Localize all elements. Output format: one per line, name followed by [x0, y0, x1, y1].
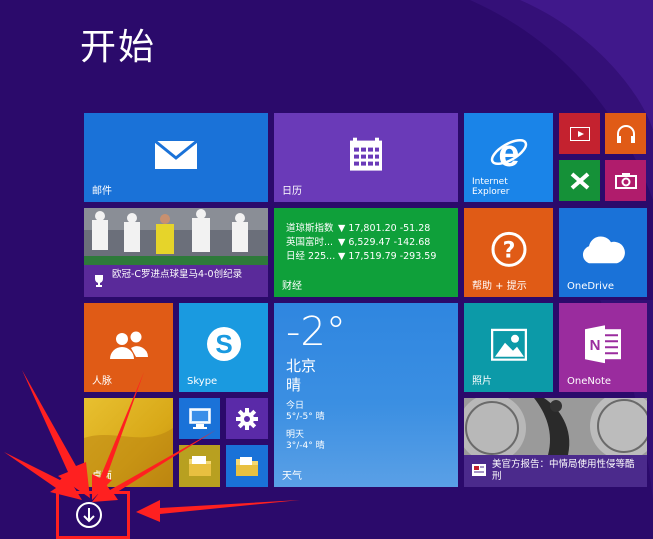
- finance-index-name: 日经 225...: [286, 251, 336, 262]
- trophy-icon: [95, 275, 103, 287]
- weather-today-forecast: 5°/-5° 晴: [286, 412, 325, 422]
- desktop-label: 桌面: [92, 471, 112, 482]
- finance-label: 财经: [282, 281, 302, 292]
- skype-label: Skype: [187, 376, 218, 387]
- music-tile[interactable]: [605, 113, 646, 154]
- calendar-label: 日历: [282, 186, 302, 197]
- finance-index-value: ▼ 17,801.20 -51.28: [338, 223, 431, 234]
- ie-label-line2: Explorer: [472, 187, 510, 197]
- finance-row: 道琼斯指数 ▼ 17,801.20 -51.28: [286, 222, 436, 236]
- onenote-label: OneNote: [567, 376, 612, 387]
- people-tile[interactable]: 人脉: [84, 303, 173, 392]
- headphones-icon: [616, 124, 635, 143]
- sports-photo: [84, 208, 268, 268]
- sports-caption: 欧冠-C罗进点球皇马4-0创纪录: [112, 269, 243, 280]
- skype-tile[interactable]: S Skype: [179, 303, 268, 392]
- weather-tomorrow-forecast: 3°/-4° 晴: [286, 441, 325, 451]
- calendar-icon: [350, 137, 382, 171]
- file-explorer-tile[interactable]: [179, 445, 220, 487]
- camera-icon: [614, 172, 637, 189]
- help-label: 帮助 + 提示: [472, 281, 527, 292]
- weather-city: 北京: [286, 357, 317, 375]
- onenote-tile[interactable]: N OneNote: [559, 303, 647, 392]
- folder-icon: [188, 456, 211, 476]
- weather-condition: 晴: [286, 376, 302, 394]
- skype-icon: S: [206, 326, 241, 361]
- help-icon: ?: [491, 231, 526, 267]
- news-icon: [472, 464, 486, 476]
- finance-row: 日经 225... ▼ 17,519.79 -293.59: [286, 250, 436, 264]
- svg-text:N: N: [590, 337, 601, 354]
- help-tips-tile[interactable]: ? 帮助 + 提示: [464, 208, 553, 297]
- ie-label-line1: Internet: [472, 177, 508, 187]
- internet-explorer-tile[interactable]: e Internet Explorer: [464, 113, 553, 202]
- news-caption: 美官方报告：中情局使用性侵等酷刑: [492, 459, 635, 482]
- finance-index-name: 英国富时...: [286, 237, 334, 248]
- people-label: 人脉: [92, 376, 112, 387]
- games-tile[interactable]: [559, 160, 600, 201]
- mail-label: 邮件: [92, 186, 112, 197]
- finance-rows: 道琼斯指数 ▼ 17,801.20 -51.28 英国富时... ▼ 6,529.47…: [286, 222, 436, 264]
- this-pc-tile[interactable]: [179, 398, 220, 439]
- video-icon: [569, 126, 590, 141]
- onenote-icon: N: [585, 324, 621, 363]
- weather-label: 天气: [282, 471, 302, 482]
- mail-icon: [154, 139, 198, 169]
- weather-tomorrow-label: 明天: [286, 430, 305, 440]
- gear-icon: [236, 407, 258, 430]
- news-photo: [464, 398, 647, 455]
- video-tile[interactable]: [559, 113, 600, 154]
- weather-today-label: 今日: [286, 401, 305, 411]
- finance-row: 英国富时... ▼ 6,529.47 -142.68: [286, 236, 436, 250]
- calendar-tile[interactable]: 日历: [274, 113, 458, 202]
- svg-text:S: S: [215, 329, 232, 359]
- documents-folder-icon: [236, 457, 258, 476]
- photos-tile[interactable]: 照片: [464, 303, 553, 392]
- settings-tile[interactable]: [226, 398, 268, 439]
- computer-icon: [188, 407, 211, 429]
- weather-temperature: -2°: [286, 309, 346, 355]
- desktop-tile[interactable]: 桌面: [84, 398, 173, 487]
- sports-tile[interactable]: 欧冠-C罗进点球皇马4-0创纪录: [84, 208, 268, 297]
- camera-tile[interactable]: [605, 160, 646, 201]
- photo-icon: [490, 328, 527, 361]
- finance-index-value: ▼ 17,519.79 -293.59: [338, 251, 437, 262]
- cloud-icon: [582, 235, 625, 263]
- photos-label: 照片: [472, 376, 492, 387]
- finance-index-value: ▼ 6,529.47 -142.68: [338, 237, 431, 248]
- mail-tile[interactable]: 邮件: [84, 113, 268, 202]
- people-icon: [109, 331, 148, 359]
- onedrive-tile[interactable]: OneDrive: [559, 208, 647, 297]
- finance-tile[interactable]: 道琼斯指数 ▼ 17,801.20 -51.28 英国富时... ▼ 6,529.47…: [274, 208, 458, 297]
- finance-index-name: 道琼斯指数: [286, 223, 334, 234]
- internet-explorer-icon: e: [490, 134, 527, 174]
- documents-tile[interactable]: [226, 445, 268, 487]
- onedrive-label: OneDrive: [567, 281, 615, 292]
- down-arrow-circle-icon[interactable]: [74, 500, 104, 530]
- xbox-icon: [570, 171, 589, 190]
- svg-text:?: ?: [502, 238, 515, 263]
- news-tile[interactable]: 美官方报告：中情局使用性侵等酷刑: [464, 398, 647, 487]
- weather-tile[interactable]: -2° 北京 晴 今日 5°/-5° 晴 明天 3°/-4° 晴 天气: [274, 303, 458, 487]
- start-screen-title: 开始: [80, 27, 157, 68]
